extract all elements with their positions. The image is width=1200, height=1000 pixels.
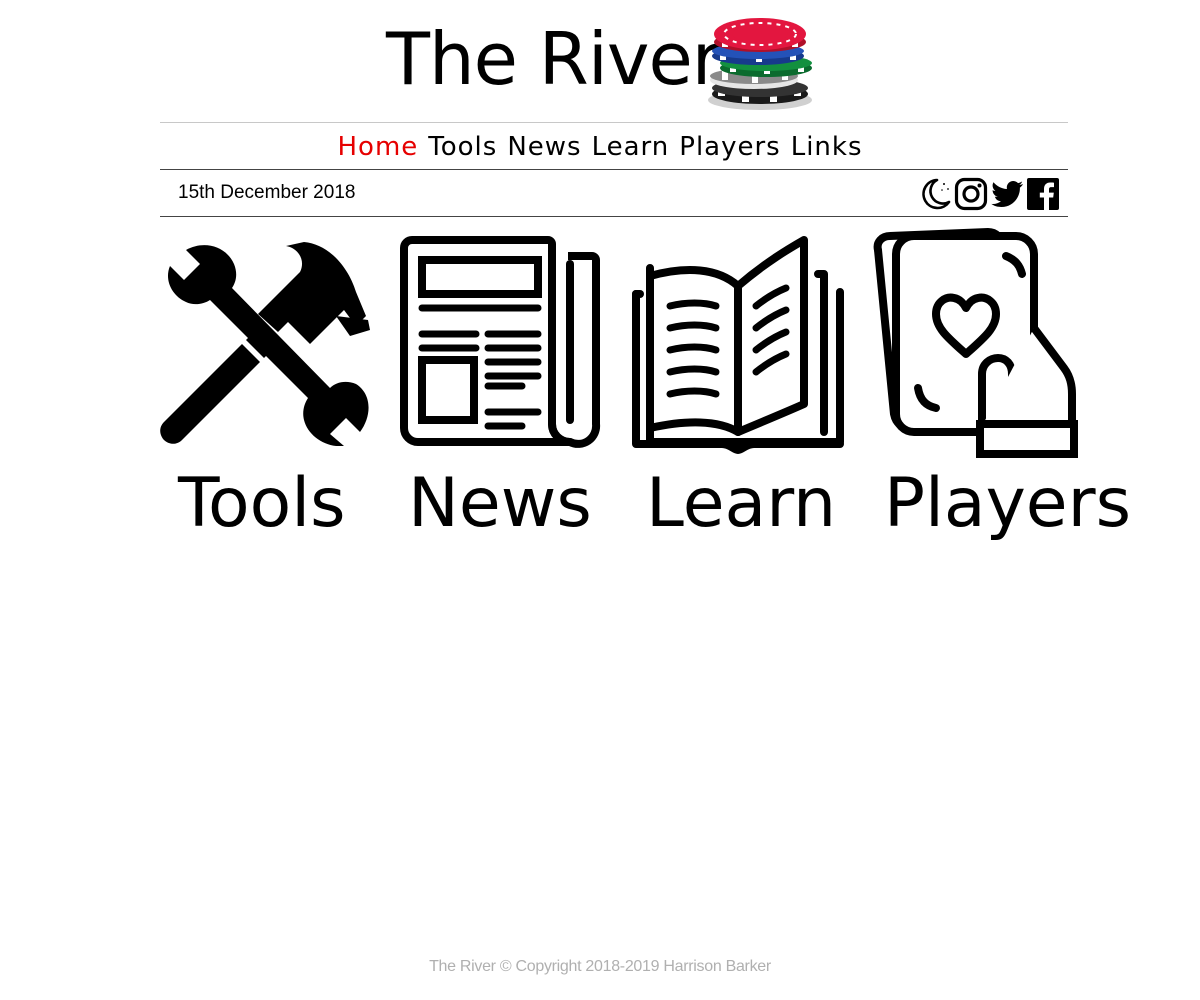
tile-news[interactable]: News	[398, 236, 608, 546]
nav-item-news[interactable]: News	[507, 132, 581, 162]
tile-learn-label: Learn	[646, 464, 837, 543]
header-divider	[160, 122, 1068, 123]
newspaper-icon	[400, 236, 601, 448]
nav-item-tools[interactable]: Tools	[428, 132, 497, 162]
tile-news-label: News	[408, 464, 592, 543]
instagram-icon[interactable]	[954, 177, 988, 211]
dark-mode-moon-icon[interactable]	[918, 177, 952, 211]
current-date: 15th December 2018	[178, 182, 356, 203]
nav-item-learn[interactable]: Learn	[592, 132, 670, 162]
open-book-icon	[632, 236, 844, 454]
page: The River Home Tools News Learn Players …	[0, 0, 1200, 1000]
poker-chips-icon[interactable]	[702, 14, 818, 114]
date-bar-divider	[160, 216, 1068, 217]
facebook-icon[interactable]	[1026, 177, 1060, 211]
hand-holding-cards-icon	[873, 228, 1078, 458]
copyright-text: The River © Copyright 2018-2019 Harrison…	[429, 958, 771, 975]
twitter-icon[interactable]	[990, 177, 1024, 211]
tile-players-label: Players	[884, 464, 1132, 543]
site-header: The River	[0, 0, 1200, 122]
main-nav: Home Tools News Learn Players Links	[0, 128, 1200, 166]
nav-item-links[interactable]: Links	[791, 132, 863, 162]
site-title[interactable]: The River	[386, 14, 721, 104]
tile-players[interactable]: Players	[868, 228, 1131, 546]
tile-learn[interactable]: Learn	[626, 232, 850, 546]
wrench-hammer-icon	[160, 242, 370, 446]
nav-item-players[interactable]: Players	[679, 132, 780, 162]
nav-divider	[160, 169, 1068, 170]
tile-tools[interactable]: Tools	[160, 236, 370, 546]
social-icons	[918, 175, 1060, 213]
tile-tools-label: Tools	[178, 464, 346, 543]
site-footer: The River © Copyright 2018-2019 Harrison…	[0, 958, 1200, 976]
nav-item-home[interactable]: Home	[337, 132, 418, 162]
